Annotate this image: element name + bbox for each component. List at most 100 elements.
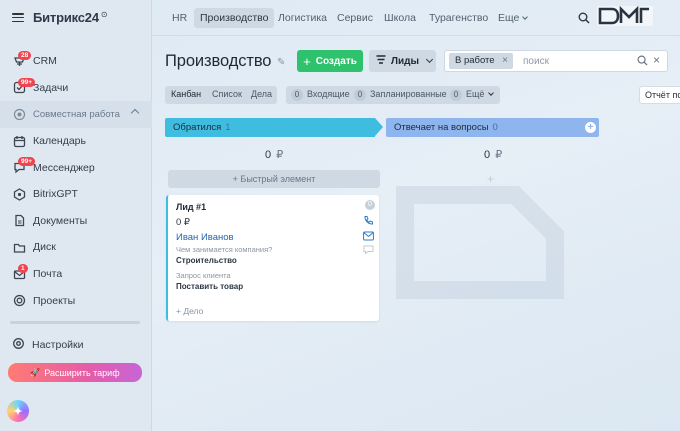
column-header[interactable]: Отвечает на вопросы 0 — [386, 118, 599, 137]
chevron-down-icon — [426, 55, 434, 63]
nav-item-more[interactable]: Еще — [492, 8, 533, 28]
card-title[interactable]: Лид #1 — [176, 202, 206, 212]
card-price: 0 ₽ — [176, 217, 190, 228]
mail-badge: 1 — [18, 263, 28, 273]
entity-select-button[interactable]: Лиды — [369, 50, 436, 72]
sidebar-scrollbar[interactable] — [10, 321, 140, 324]
tab-activities[interactable]: Дела — [251, 89, 272, 99]
lead-card[interactable]: Лид #1 0 0 ₽ Иван Иванов Чем занимается … — [166, 195, 379, 321]
tab-kanban[interactable]: Канбан — [171, 89, 201, 99]
nav-item-service[interactable]: Сервис — [331, 8, 379, 28]
sum-value: 0 — [265, 149, 272, 161]
column-sum: 0 ₽ — [265, 148, 283, 161]
sidebar-item-documents[interactable]: Документы — [0, 208, 152, 235]
nav-item-production[interactable]: Производство — [194, 8, 275, 28]
tab-list[interactable]: Список — [212, 89, 242, 99]
sum-currency: ₽ — [495, 149, 503, 161]
sidebar-item-messenger[interactable]: 99+ Мессенджер — [0, 154, 152, 181]
entity-label: Лиды — [391, 55, 420, 67]
search-icon[interactable] — [637, 55, 648, 69]
sidebar: Битрикс24 ⊙ 28 CRM 99+ Задачи Совместная… — [0, 0, 152, 431]
gpt-icon — [12, 187, 26, 201]
messenger-badge: 99+ — [18, 157, 36, 167]
column-title: Отвечает на вопросы — [394, 122, 489, 133]
clock-icon: ⊙ — [100, 10, 108, 19]
close-icon[interactable]: × — [502, 53, 508, 69]
card-field-value: Поставить товар — [176, 282, 244, 291]
sidebar-item-projects[interactable]: Проекты — [0, 287, 152, 314]
brand[interactable]: Битрикс24 ⊙ — [12, 10, 108, 25]
chat-icon[interactable] — [363, 245, 374, 258]
quick-add-label: Быстрый элемент — [240, 174, 316, 184]
pin-icon[interactable]: ✎ — [277, 57, 285, 68]
sidebar-item-disk[interactable]: Диск — [0, 234, 152, 261]
counters: 0 Входящие 0 Запланированные 0 Ещё — [286, 86, 500, 104]
column-arrow — [375, 118, 383, 136]
sidebar-item-calendar[interactable]: Календарь — [0, 128, 152, 155]
watermark-logo — [396, 186, 564, 299]
filter-search-box[interactable]: В работе × поиск × — [444, 50, 668, 72]
sidebar-menu: 28 CRM 99+ Задачи Совместная работа Кале… — [0, 48, 152, 314]
sidebar-item-settings[interactable]: Настройки — [12, 337, 84, 353]
create-button[interactable]: + Создать — [297, 50, 363, 72]
sidebar-item-mail[interactable]: 1 Почта — [0, 261, 152, 288]
chevron-down-icon — [488, 90, 495, 96]
sidebar-item-label: CRM — [33, 55, 57, 68]
sum-value: 0 — [484, 149, 491, 161]
add-activity-link[interactable]: + Дело — [176, 306, 203, 316]
column-count: 1 — [225, 122, 231, 133]
nav-item-hr[interactable]: HR — [166, 8, 193, 28]
counter-value: 0 — [354, 89, 366, 101]
filter-chip[interactable]: В работе × — [449, 53, 513, 69]
counter-label: Входящие — [307, 89, 350, 99]
create-label: Создать — [315, 55, 357, 67]
counter-value: 0 — [291, 89, 303, 101]
upgrade-plan-button[interactable]: 🚀 Расширить тариф — [8, 363, 142, 382]
counter-incoming[interactable]: 0 Входящие — [291, 89, 350, 101]
clear-icon[interactable]: × — [653, 53, 660, 67]
column-title: Обратился — [173, 122, 222, 133]
tasks-badge: 99+ — [18, 77, 36, 87]
menu-icon[interactable] — [12, 13, 24, 22]
sidebar-section-collab[interactable]: Совместная работа — [0, 101, 152, 128]
quick-add-button[interactable]: + Быстрый элемент — [168, 170, 380, 188]
counter-more[interactable]: 0 Ещё — [450, 89, 495, 101]
sidebar-item-label: Совместная работа — [33, 108, 120, 120]
filter-chip-label: В работе — [455, 55, 495, 66]
sidebar-item-label: Задачи — [33, 81, 69, 94]
nav-item-school[interactable]: Школа — [378, 8, 422, 28]
gear-icon — [12, 337, 25, 353]
counter-planned[interactable]: 0 Запланированные — [354, 89, 447, 101]
sidebar-item-gpt[interactable]: BitrixGPT — [0, 181, 152, 208]
brand-name: Битрикс24 — [33, 10, 99, 25]
nav-item-travel[interactable]: Турагенство — [423, 8, 494, 28]
mail-icon[interactable] — [363, 231, 374, 244]
copilot-icon[interactable]: ✦ — [7, 400, 29, 422]
sidebar-item-label: Проекты — [33, 294, 76, 307]
sidebar-item-tasks[interactable]: 99+ Задачи — [0, 75, 152, 102]
search-icon[interactable] — [578, 12, 590, 27]
counter-label: Запланированные — [370, 89, 447, 99]
company-logo — [597, 5, 653, 26]
card-badge: 0 — [365, 200, 375, 210]
calendar-icon — [12, 134, 26, 148]
sidebar-item-label: Документы — [33, 214, 88, 227]
counter-value: 0 — [450, 89, 462, 101]
sidebar-item-crm[interactable]: 28 CRM — [0, 48, 152, 75]
settings-label: Настройки — [32, 339, 84, 351]
sidebar-item-label: BitrixGPT — [33, 188, 78, 201]
card-field-value: Строительство — [176, 256, 237, 265]
plus-icon: + — [303, 53, 311, 69]
nav-item-logistics[interactable]: Логистика — [272, 8, 333, 28]
card-contact[interactable]: Иван Иванов — [176, 232, 234, 243]
column-header[interactable]: Обратился 1 — [165, 118, 375, 137]
card-field-label: Чем занимается компания? — [176, 245, 273, 254]
documents-icon — [12, 214, 26, 228]
phone-icon[interactable] — [363, 215, 374, 229]
rocket-icon: 🚀 — [30, 368, 41, 377]
add-column-icon[interactable]: + — [585, 122, 596, 133]
search-input[interactable]: поиск — [523, 56, 549, 67]
disk-icon — [12, 240, 26, 254]
report-button[interactable]: Отчёт по — [639, 86, 680, 104]
plus-icon[interactable]: + — [487, 172, 494, 186]
